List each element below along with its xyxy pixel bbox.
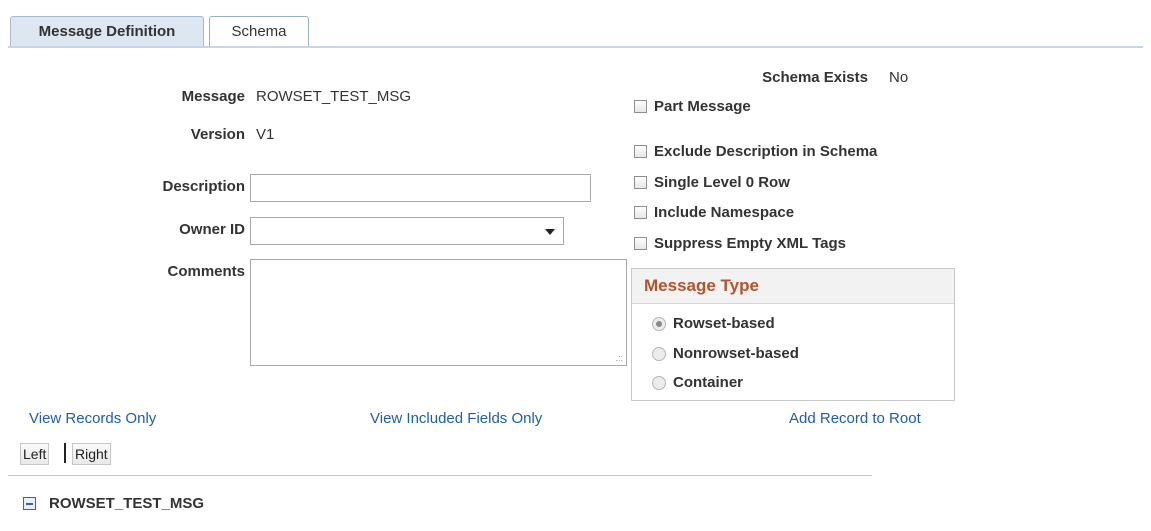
version-value: V1 bbox=[256, 126, 275, 143]
single-level-0-row-checkbox[interactable] bbox=[634, 176, 647, 189]
suppress-empty-xml-tags-checkbox[interactable] bbox=[634, 237, 647, 250]
radio-container-label: Container bbox=[673, 374, 744, 391]
exclude-description-label: Exclude Description in Schema bbox=[654, 143, 878, 160]
radio-rowset-based-label: Rowset-based bbox=[673, 315, 775, 332]
part-message-checkbox-row[interactable]: Part Message bbox=[634, 98, 751, 115]
chevron-down-icon bbox=[545, 229, 555, 235]
part-message-label: Part Message bbox=[654, 98, 751, 115]
comments-textarea[interactable] bbox=[250, 259, 627, 366]
message-value: ROWSET_TEST_MSG bbox=[256, 88, 412, 105]
add-record-to-root-link[interactable]: Add Record to Root bbox=[789, 410, 921, 427]
single-level-0-row-checkbox-row[interactable]: Single Level 0 Row bbox=[634, 174, 790, 191]
include-namespace-checkbox[interactable] bbox=[634, 206, 647, 219]
message-type-group: Message Type Rowset-based Nonrowset-base… bbox=[631, 268, 955, 401]
right-button[interactable]: Right bbox=[72, 443, 111, 465]
left-button[interactable]: Left bbox=[20, 443, 50, 465]
comments-label: Comments bbox=[167, 263, 245, 280]
left-right-separator bbox=[64, 443, 66, 463]
version-label: Version bbox=[190, 126, 245, 143]
part-message-checkbox[interactable] bbox=[634, 100, 647, 113]
exclude-description-checkbox-row[interactable]: Exclude Description in Schema bbox=[634, 143, 877, 160]
suppress-empty-xml-tags-label: Suppress Empty XML Tags bbox=[654, 235, 846, 252]
description-label: Description bbox=[162, 178, 245, 195]
single-level-0-row-label: Single Level 0 Row bbox=[654, 174, 790, 191]
radio-rowset-based[interactable] bbox=[652, 316, 666, 331]
view-records-only-link[interactable]: View Records Only bbox=[29, 410, 156, 427]
radio-nonrowset-based-label: Nonrowset-based bbox=[673, 345, 799, 362]
radio-rowset-based-row[interactable]: Rowset-based bbox=[652, 315, 775, 332]
section-divider bbox=[8, 475, 872, 476]
owner-id-select[interactable] bbox=[250, 217, 564, 245]
owner-id-label: Owner ID bbox=[179, 221, 245, 238]
tab-message-definition[interactable]: Message Definition bbox=[10, 16, 204, 46]
suppress-empty-xml-tags-checkbox-row[interactable]: Suppress Empty XML Tags bbox=[634, 235, 846, 252]
view-included-fields-only-link[interactable]: View Included Fields Only bbox=[370, 410, 542, 427]
tree-root-label: ROWSET_TEST_MSG bbox=[49, 495, 205, 512]
radio-container-row[interactable]: Container bbox=[652, 374, 743, 391]
collapse-minus-icon[interactable] bbox=[23, 497, 36, 510]
include-namespace-checkbox-row[interactable]: Include Namespace bbox=[634, 204, 794, 221]
message-type-title: Message Type bbox=[632, 269, 954, 304]
resize-grip-icon[interactable]: .:: bbox=[615, 354, 623, 363]
radio-nonrowset-based-row[interactable]: Nonrowset-based bbox=[652, 345, 799, 362]
tab-schema[interactable]: Schema bbox=[209, 16, 309, 46]
tab-bar-divider bbox=[8, 46, 1143, 48]
radio-nonrowset-based[interactable] bbox=[652, 346, 666, 361]
description-input[interactable] bbox=[250, 174, 591, 202]
schema-exists-label: Schema Exists bbox=[762, 69, 868, 86]
exclude-description-checkbox[interactable] bbox=[634, 145, 647, 158]
include-namespace-label: Include Namespace bbox=[654, 204, 795, 221]
message-label: Message bbox=[181, 88, 245, 105]
schema-exists-value: No bbox=[889, 69, 909, 86]
comments-field-wrapper: .:: bbox=[250, 259, 627, 366]
radio-container[interactable] bbox=[652, 375, 666, 390]
